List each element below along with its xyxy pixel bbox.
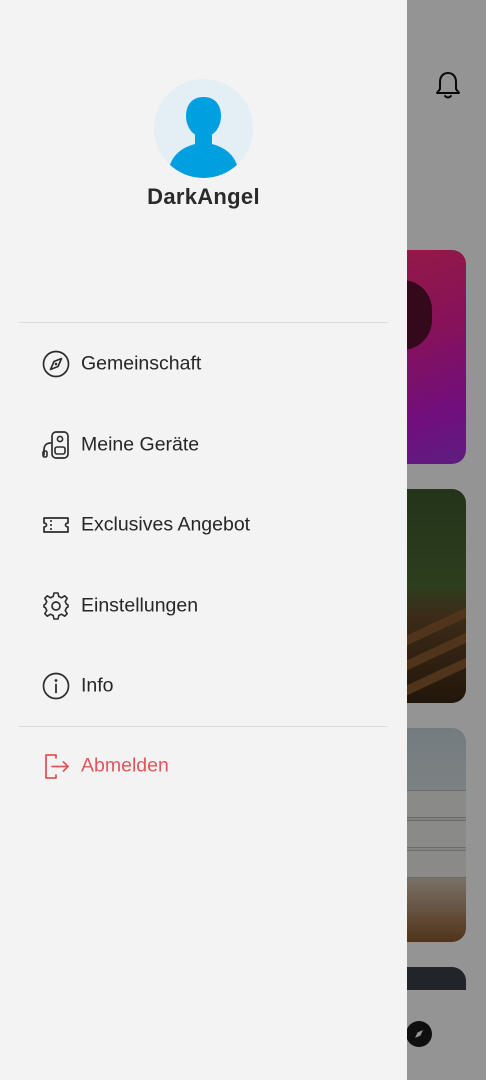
menu-item-community[interactable]: Gemeinschaft	[0, 332, 407, 396]
menu-item-label: Einstellungen	[81, 594, 199, 617]
menu-item-my-devices[interactable]: Meine Geräte	[0, 413, 407, 477]
logout-button[interactable]: Abmelden	[0, 734, 407, 798]
gear-icon	[43, 592, 69, 620]
compass-icon	[42, 350, 70, 378]
profile-username: DarkAngel	[147, 184, 260, 209]
menu-item-label: Gemeinschaft	[81, 352, 202, 375]
navigation-drawer: DarkAngel Gemeinschaft Meine Geräte Excl…	[0, 0, 407, 1080]
menu-item-label: Meine Geräte	[81, 433, 200, 456]
logout-icon	[45, 754, 69, 779]
menu-item-label: Exclusives Angebot	[81, 513, 251, 536]
avatar[interactable]	[154, 79, 253, 178]
person-silhouette-icon	[170, 97, 237, 178]
ticket-icon	[43, 517, 69, 533]
divider	[19, 726, 388, 727]
info-icon	[42, 672, 70, 700]
menu-item-settings[interactable]: Einstellungen	[0, 574, 407, 638]
menu-item-info[interactable]: Info	[0, 654, 407, 718]
menu-item-label: Info	[81, 674, 114, 697]
divider	[19, 322, 388, 323]
logout-label: Abmelden	[81, 754, 169, 777]
devices-icon	[42, 431, 69, 459]
menu-item-exclusive-offer[interactable]: Exclusives Angebot	[0, 493, 407, 557]
